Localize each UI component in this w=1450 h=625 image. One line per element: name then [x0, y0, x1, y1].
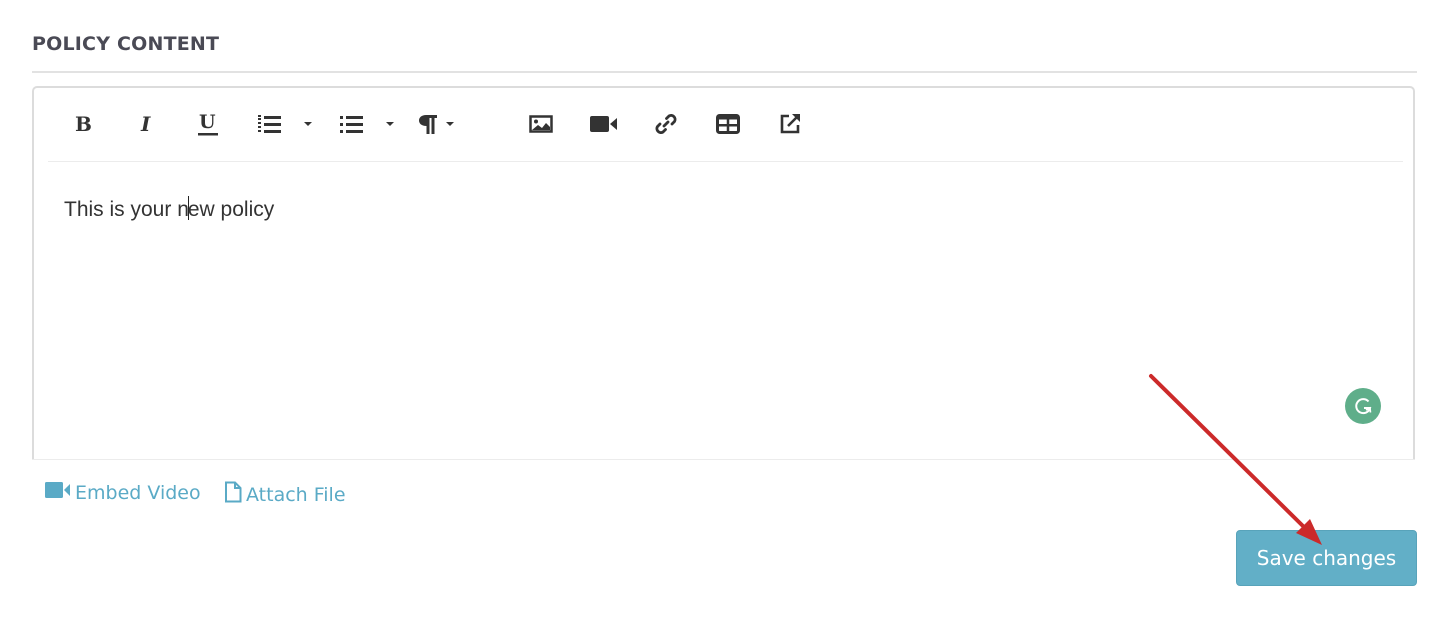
editor-toolbar: B I U: [48, 88, 1403, 162]
svg-text:U: U: [199, 111, 216, 133]
content-text-after-cursor: ew policy: [187, 198, 275, 221]
italic-icon: I: [139, 113, 155, 135]
bold-icon: B: [74, 113, 92, 135]
file-icon: [224, 481, 246, 508]
video-icon: [45, 481, 75, 504]
section-title: POLICY CONTENT: [32, 33, 220, 55]
editor-bottom-edge: [32, 459, 1415, 460]
insert-video-button[interactable]: [588, 108, 620, 140]
open-external-button[interactable]: [775, 108, 805, 140]
underline-button[interactable]: U: [195, 108, 221, 140]
ordered-list-icon: [258, 113, 282, 135]
paragraph-button[interactable]: [418, 108, 468, 140]
grammarly-icon[interactable]: [1345, 388, 1381, 424]
save-changes-button[interactable]: Save changes: [1236, 530, 1417, 586]
editor-content[interactable]: This is your new policy: [64, 196, 274, 222]
embed-video-link[interactable]: Embed Video: [45, 481, 201, 504]
unordered-list-icon: [340, 113, 364, 135]
svg-text:I: I: [140, 113, 151, 135]
ordered-list-button[interactable]: [258, 108, 320, 140]
attach-file-link[interactable]: Attach File: [224, 481, 346, 508]
insert-image-button[interactable]: [526, 108, 556, 140]
insert-table-button[interactable]: [713, 108, 743, 140]
unordered-list-button[interactable]: [340, 108, 402, 140]
paragraph-icon: [418, 113, 438, 135]
video-icon: [590, 114, 618, 134]
svg-text:B: B: [75, 113, 92, 135]
insert-link-button[interactable]: [651, 108, 681, 140]
section-divider: [32, 71, 1417, 73]
table-icon: [716, 114, 740, 134]
image-icon: [529, 114, 553, 134]
external-link-icon: [778, 112, 802, 136]
rich-text-editor: B I U This is your new policy: [32, 86, 1415, 460]
chevron-down-icon: [446, 122, 454, 126]
bold-button[interactable]: B: [70, 108, 96, 140]
link-icon: [654, 112, 678, 136]
embed-video-label: Embed Video: [75, 481, 201, 504]
content-text-before-cursor: This is your n: [64, 198, 189, 221]
chevron-down-icon: [386, 122, 394, 126]
italic-button[interactable]: I: [134, 108, 160, 140]
chevron-down-icon: [304, 122, 312, 126]
underline-icon: U: [198, 111, 218, 137]
attach-file-label: Attach File: [246, 483, 346, 506]
